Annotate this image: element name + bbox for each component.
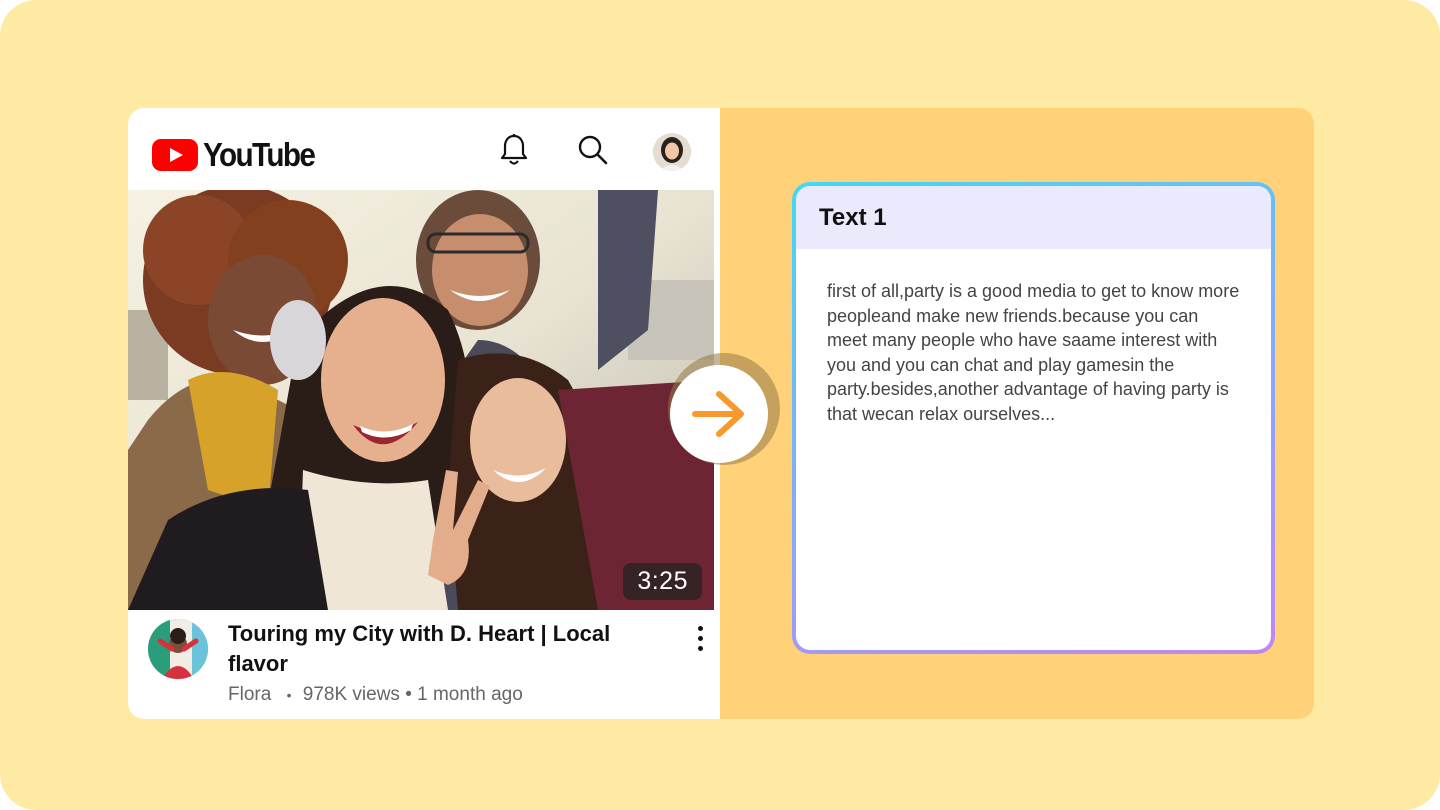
arrow-button[interactable] bbox=[670, 365, 768, 463]
text-card-heading: Text 1 bbox=[796, 186, 1271, 249]
video-thumbnail[interactable]: 3:25 bbox=[128, 190, 714, 610]
text-card: Text 1 first of all,party is a good medi… bbox=[792, 182, 1275, 654]
youtube-logo[interactable]: YouTube bbox=[152, 136, 327, 174]
youtube-logo-text: YouTube bbox=[203, 136, 316, 173]
arrow-right-icon bbox=[692, 391, 744, 437]
text-card-body: first of all,party is a good media to ge… bbox=[827, 281, 1240, 424]
bell-icon[interactable] bbox=[496, 132, 532, 168]
video-meta: Flora • 978K views • 1 month ago bbox=[228, 684, 523, 706]
youtube-play-icon bbox=[152, 139, 198, 171]
video-views-age: 978K views • 1 month ago bbox=[302, 684, 523, 705]
youtube-header: YouTube bbox=[128, 108, 720, 190]
text-card-inner: Text 1 first of all,party is a good medi… bbox=[796, 186, 1271, 650]
content-panel: YouTube 3:25 Touring my City with D. Hea… bbox=[128, 108, 1314, 719]
youtube-card: YouTube 3:25 Touring my City with D. Hea… bbox=[128, 108, 720, 719]
video-title[interactable]: Touring my City with D. Heart | Local fl… bbox=[228, 619, 648, 679]
channel-avatar[interactable] bbox=[148, 619, 208, 679]
meta-separator: • bbox=[286, 687, 292, 703]
video-duration-badge: 3:25 bbox=[623, 563, 702, 600]
canvas-background: YouTube 3:25 Touring my City with D. Hea… bbox=[0, 0, 1440, 810]
user-avatar[interactable] bbox=[653, 133, 691, 171]
search-icon[interactable] bbox=[575, 132, 611, 168]
channel-name[interactable]: Flora bbox=[228, 684, 271, 705]
more-options-icon[interactable] bbox=[694, 626, 706, 656]
